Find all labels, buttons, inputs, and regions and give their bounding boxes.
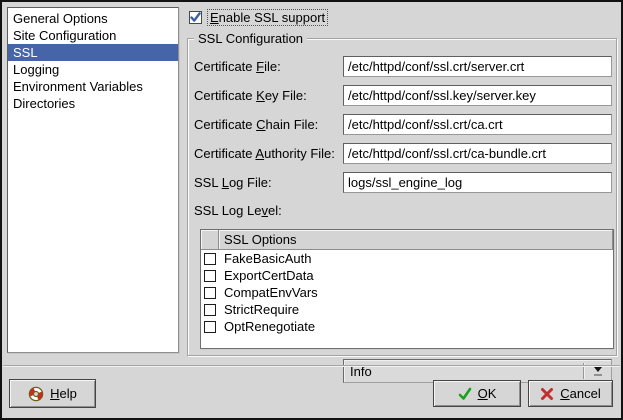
cancel-button-label: Cancel (560, 386, 600, 401)
ssl-option-row-fakebasicauth[interactable]: ✔ FakeBasicAuth (201, 250, 613, 267)
ssl-log-file-label: SSL Log File: (194, 172, 272, 193)
checkmark-icon (190, 12, 201, 23)
exportcertdata-checkbox[interactable]: ✔ (204, 270, 216, 282)
ssl-options-header-checkbox-column (201, 230, 219, 250)
ssl-log-file-input[interactable] (343, 172, 612, 193)
certificate-file-label: Certificate File: (194, 56, 281, 77)
strictrequire-checkbox[interactable]: ✔ (204, 304, 216, 316)
category-list: General Options Site Configuration SSL L… (7, 7, 179, 353)
ssl-option-row-compatenvvars[interactable]: ✔ CompatEnvVars (201, 284, 613, 301)
compatenvvars-checkbox[interactable]: ✔ (204, 287, 216, 299)
ssl-options-header-label: SSL Options (219, 230, 613, 250)
category-item-ssl[interactable]: SSL (8, 44, 178, 61)
cancel-button[interactable]: Cancel (528, 380, 613, 407)
certificate-authority-file-input[interactable] (343, 143, 612, 164)
certificate-authority-file-label: Certificate Authority File: (194, 143, 335, 164)
category-item-environment-variables[interactable]: Environment Variables (8, 78, 178, 95)
ssl-option-label: FakeBasicAuth (224, 251, 311, 266)
ssl-option-row-strictrequire[interactable]: ✔ StrictRequire (201, 301, 613, 318)
ok-button[interactable]: OK (433, 380, 521, 407)
ssl-log-level-row: SSL Log Level: Info (188, 199, 616, 223)
certificate-chain-file-row: Certificate Chain File: (188, 114, 616, 135)
certificate-file-input[interactable] (343, 56, 612, 77)
enable-ssl-label[interactable]: Enable SSL support (207, 9, 328, 26)
certificate-authority-file-row: Certificate Authority File: (188, 143, 616, 164)
enable-ssl-row: Enable SSL support (189, 7, 328, 27)
category-item-directories[interactable]: Directories (8, 95, 178, 112)
ssl-option-label: StrictRequire (224, 302, 299, 317)
button-separator (3, 365, 620, 367)
certificate-key-file-input[interactable] (343, 85, 612, 106)
ssl-log-level-label: SSL Log Level: (194, 199, 282, 223)
ssl-settings-dialog: General Options Site Configuration SSL L… (0, 0, 623, 420)
certificate-chain-file-label: Certificate Chain File: (194, 114, 318, 135)
ssl-configuration-frame: SSL Configuration Certificate File: Cert… (187, 38, 617, 356)
certificate-file-row: Certificate File: (188, 56, 616, 77)
certificate-key-file-label: Certificate Key File: (194, 85, 307, 106)
ok-check-icon (458, 387, 472, 401)
optrenegotiate-checkbox[interactable]: ✔ (204, 321, 216, 333)
help-lifering-icon (28, 386, 44, 402)
ssl-options-header: SSL Options (201, 230, 613, 250)
certificate-chain-file-input[interactable] (343, 114, 612, 135)
certificate-key-file-row: Certificate Key File: (188, 85, 616, 106)
dropdown-arrow-icon (585, 367, 611, 376)
help-button-label: Help (50, 386, 77, 401)
cancel-x-icon (540, 387, 554, 401)
ssl-option-label: ExportCertData (224, 268, 314, 283)
fakebasicauth-checkbox[interactable]: ✔ (204, 253, 216, 265)
help-button[interactable]: Help (9, 379, 96, 408)
ssl-option-row-optrenegotiate[interactable]: ✔ OptRenegotiate (201, 318, 613, 335)
category-item-general-options[interactable]: General Options (8, 10, 178, 27)
category-item-site-configuration[interactable]: Site Configuration (8, 27, 178, 44)
ssl-options-table: SSL Options ✔ FakeBasicAuth ✔ ExportCert… (200, 229, 614, 349)
ssl-log-file-row: SSL Log File: (188, 172, 616, 193)
ssl-option-label: OptRenegotiate (224, 319, 315, 334)
frame-title: SSL Configuration (194, 31, 307, 46)
ok-button-label: OK (478, 386, 497, 401)
category-item-logging[interactable]: Logging (8, 61, 178, 78)
ssl-option-label: CompatEnvVars (224, 285, 318, 300)
ssl-option-row-exportcertdata[interactable]: ✔ ExportCertData (201, 267, 613, 284)
enable-ssl-checkbox[interactable] (189, 11, 202, 24)
